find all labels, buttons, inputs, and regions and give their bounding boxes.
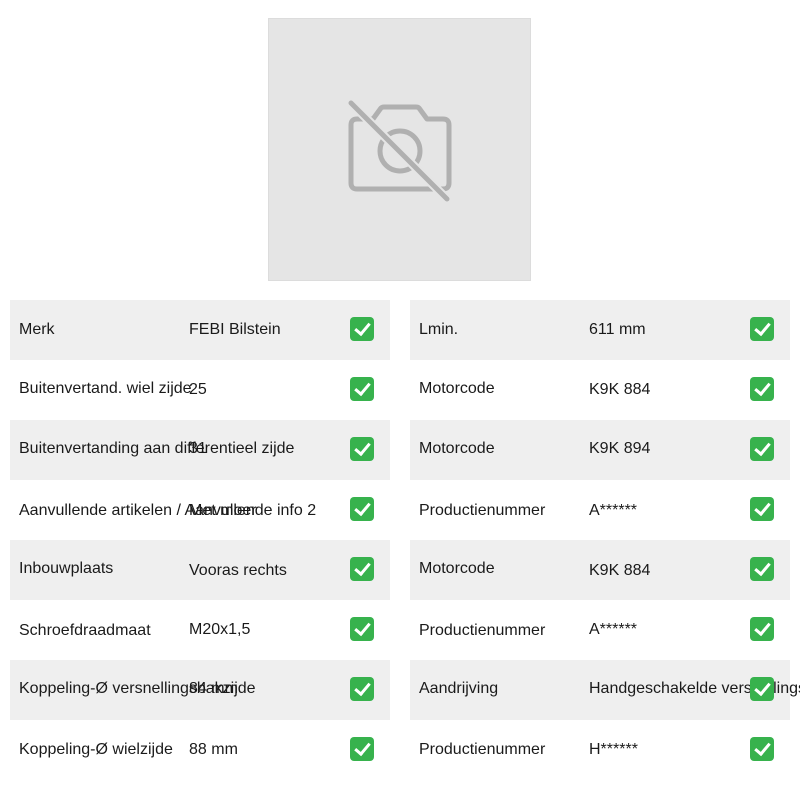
spec-value: 25: [189, 381, 207, 398]
spec-value: K9K 894: [589, 440, 651, 457]
spec-value: K9K 884: [589, 381, 651, 398]
spec-label: Productienummer: [419, 502, 546, 519]
spec-table-right: Lmin. 611 mm Motorcode K9K 884 Motorcode…: [410, 300, 800, 780]
spec-row: Motorcode K9K 884: [410, 540, 790, 600]
spec-row: Koppeling-Ø wielzijde 88 mm: [10, 720, 390, 780]
check-icon: [350, 377, 374, 401]
spec-value: M20x1,5: [189, 621, 251, 638]
spec-label: Motorcode: [419, 380, 495, 397]
check-icon: [750, 557, 774, 581]
spec-row: Inbouwplaats Vooras rechts: [10, 540, 390, 600]
check-icon: [750, 317, 774, 341]
spec-label: Productienummer: [419, 622, 546, 639]
check-icon: [750, 497, 774, 521]
spec-row: Aandrijving Handgeschakelde versnellings…: [410, 660, 800, 720]
spec-row: Schroefdraadmaat M20x1,5: [10, 600, 390, 660]
spec-row: Productienummer A******: [410, 600, 790, 660]
spec-row: Motorcode K9K 894: [410, 420, 790, 480]
spec-row: Buitenvertanding aan differentieel zijde…: [10, 420, 390, 480]
spec-row: Lmin. 611 mm: [410, 300, 790, 360]
spec-value: 31: [189, 440, 207, 457]
spec-label: Productienummer: [419, 741, 546, 758]
spec-label: Schroefdraadmaat: [19, 622, 151, 639]
spec-label: Lmin.: [419, 321, 459, 338]
spec-row: Productienummer H******: [410, 720, 790, 780]
spec-label: Aanvullende artikelen / Aanvullende info…: [19, 502, 317, 519]
check-icon: [750, 437, 774, 461]
spec-value: 88 mm: [189, 741, 238, 758]
spec-label: Buitenvertanding aan differentieel zijde: [19, 440, 295, 457]
check-icon: [350, 557, 374, 581]
spec-value: H******: [589, 741, 638, 758]
check-icon: [350, 677, 374, 701]
spec-value: A******: [589, 502, 638, 519]
spec-label: Inbouwplaats: [19, 560, 114, 577]
check-icon: [350, 317, 374, 341]
spec-row: Buitenvertand. wiel zijde 25: [10, 360, 390, 420]
spec-label: Motorcode: [419, 440, 495, 457]
spec-value: Met moer: [189, 502, 257, 519]
check-icon: [350, 497, 374, 521]
spec-label: Motorcode: [419, 560, 495, 577]
spec-row: Motorcode K9K 884: [410, 360, 790, 420]
spec-label: Merk: [19, 321, 55, 338]
spec-row: Koppeling-Ø versnellingsbakzijde 84 mm: [10, 660, 390, 720]
check-icon: [750, 737, 774, 761]
product-image-placeholder[interactable]: [268, 18, 531, 281]
check-icon: [350, 617, 374, 641]
check-icon: [350, 737, 374, 761]
spec-value: 84 mm: [189, 680, 238, 697]
spec-label: Koppeling-Ø wielzijde: [19, 741, 173, 758]
spec-value: K9K 884: [589, 562, 651, 579]
spec-row: Productienummer A******: [410, 480, 790, 540]
check-icon: [350, 437, 374, 461]
spec-row: Merk FEBI Bilstein: [10, 300, 390, 360]
spec-value: FEBI Bilstein: [189, 321, 281, 338]
spec-value: A******: [589, 621, 638, 638]
no-photo-icon: [347, 99, 452, 203]
check-icon: [750, 377, 774, 401]
spec-label: Buitenvertand. wiel zijde: [19, 380, 192, 397]
spec-row: Aanvullende artikelen / Aanvullende info…: [10, 480, 390, 540]
spec-table-left: Merk FEBI Bilstein Buitenvertand. wiel z…: [10, 300, 390, 780]
spec-value: 611 mm: [589, 321, 646, 338]
spec-value: Vooras rechts: [189, 562, 287, 579]
check-icon: [750, 677, 774, 701]
check-icon: [750, 617, 774, 641]
spec-label: Aandrijving: [419, 680, 499, 697]
